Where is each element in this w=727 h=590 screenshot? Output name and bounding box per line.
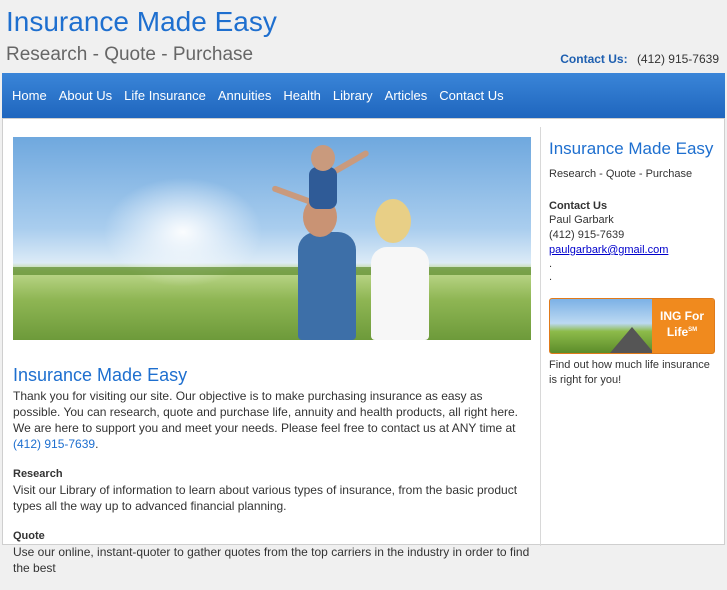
nav-item-articles[interactable]: Articles — [379, 73, 434, 118]
header-contact-label[interactable]: Contact Us: — [560, 52, 627, 66]
sidebar: Insurance Made Easy Research - Quote - P… — [549, 137, 719, 388]
sidebar-contact-name: Paul Garbark — [549, 214, 614, 226]
nav-item-library[interactable]: Library — [327, 73, 379, 118]
intro-paragraph: Thank you for visiting our site. Our obj… — [13, 388, 531, 452]
site-header: Insurance Made Easy Research - Quote - P… — [0, 0, 727, 72]
nav-item-health[interactable]: Health — [277, 73, 327, 118]
main-column: Insurance Made Easy Thank you for visiti… — [13, 137, 531, 590]
nav-item-about-us[interactable]: About Us — [53, 73, 118, 118]
ing-banner-line1: ING For — [660, 309, 704, 323]
ing-banner-line2: Life — [666, 325, 689, 339]
sidebar-tagline: Research - Quote - Purchase — [549, 168, 693, 180]
nav-item-home[interactable]: Home — [2, 73, 53, 118]
sidebar-contact-heading: Contact Us — [549, 200, 608, 212]
nav-item-annuities[interactable]: Annuities — [212, 73, 277, 118]
sidebar-contact-phone: (412) 915-7639 — [549, 229, 625, 241]
hero-child-head — [311, 145, 335, 171]
content-area: Insurance Made Easy Thank you for visiti… — [2, 118, 725, 575]
ing-banner-text: ING For LifeSM — [654, 309, 710, 339]
site-title[interactable]: Insurance Made Easy — [6, 6, 277, 38]
hero-child-arm — [332, 149, 370, 175]
quote-heading: Quote — [13, 530, 45, 542]
hero-woman-head — [375, 199, 411, 243]
intro-end: . — [95, 437, 99, 451]
quote-text: Use our online, instant-quoter to gather… — [13, 545, 530, 575]
hero-man — [298, 232, 356, 340]
header-contact: Contact Us: (412) 915-7639 — [560, 52, 719, 66]
ing-banner-caption: Find out how much life insurance is righ… — [549, 359, 710, 386]
main-nav: Home About Us Life Insurance Annuities H… — [2, 73, 725, 118]
research-heading: Research — [13, 468, 63, 480]
sidebar-dot-2: . — [549, 271, 553, 283]
sidebar-title: Insurance Made Easy — [549, 139, 714, 158]
hero-woman — [371, 247, 429, 340]
ing-banner-sm: SM — [688, 327, 698, 333]
hero-child-arm-left — [271, 184, 313, 206]
nav-item-contact-us[interactable]: Contact Us — [433, 73, 509, 118]
site-tagline: Research - Quote - Purchase — [6, 44, 254, 65]
main-heading: Insurance Made Easy — [13, 365, 188, 385]
column-divider — [540, 127, 541, 546]
sidebar-dot-1: . — [549, 258, 553, 270]
hero-treeline — [13, 267, 531, 275]
nav-item-life-insurance[interactable]: Life Insurance — [118, 73, 212, 118]
intro-text: Thank you for visiting our site. Our obj… — [13, 389, 519, 435]
hero-image-family — [13, 137, 531, 340]
hero-child — [309, 167, 337, 209]
intro-phone-link[interactable]: (412) 915-7639 — [13, 437, 95, 451]
sidebar-email-link[interactable]: paulgarbark@gmail.com — [549, 244, 668, 256]
road-icon — [610, 327, 654, 353]
research-text: Visit our Library of information to lear… — [13, 483, 518, 513]
header-contact-phone: (412) 915-7639 — [636, 52, 719, 66]
ing-for-life-banner[interactable]: ING For LifeSM — [549, 298, 715, 354]
